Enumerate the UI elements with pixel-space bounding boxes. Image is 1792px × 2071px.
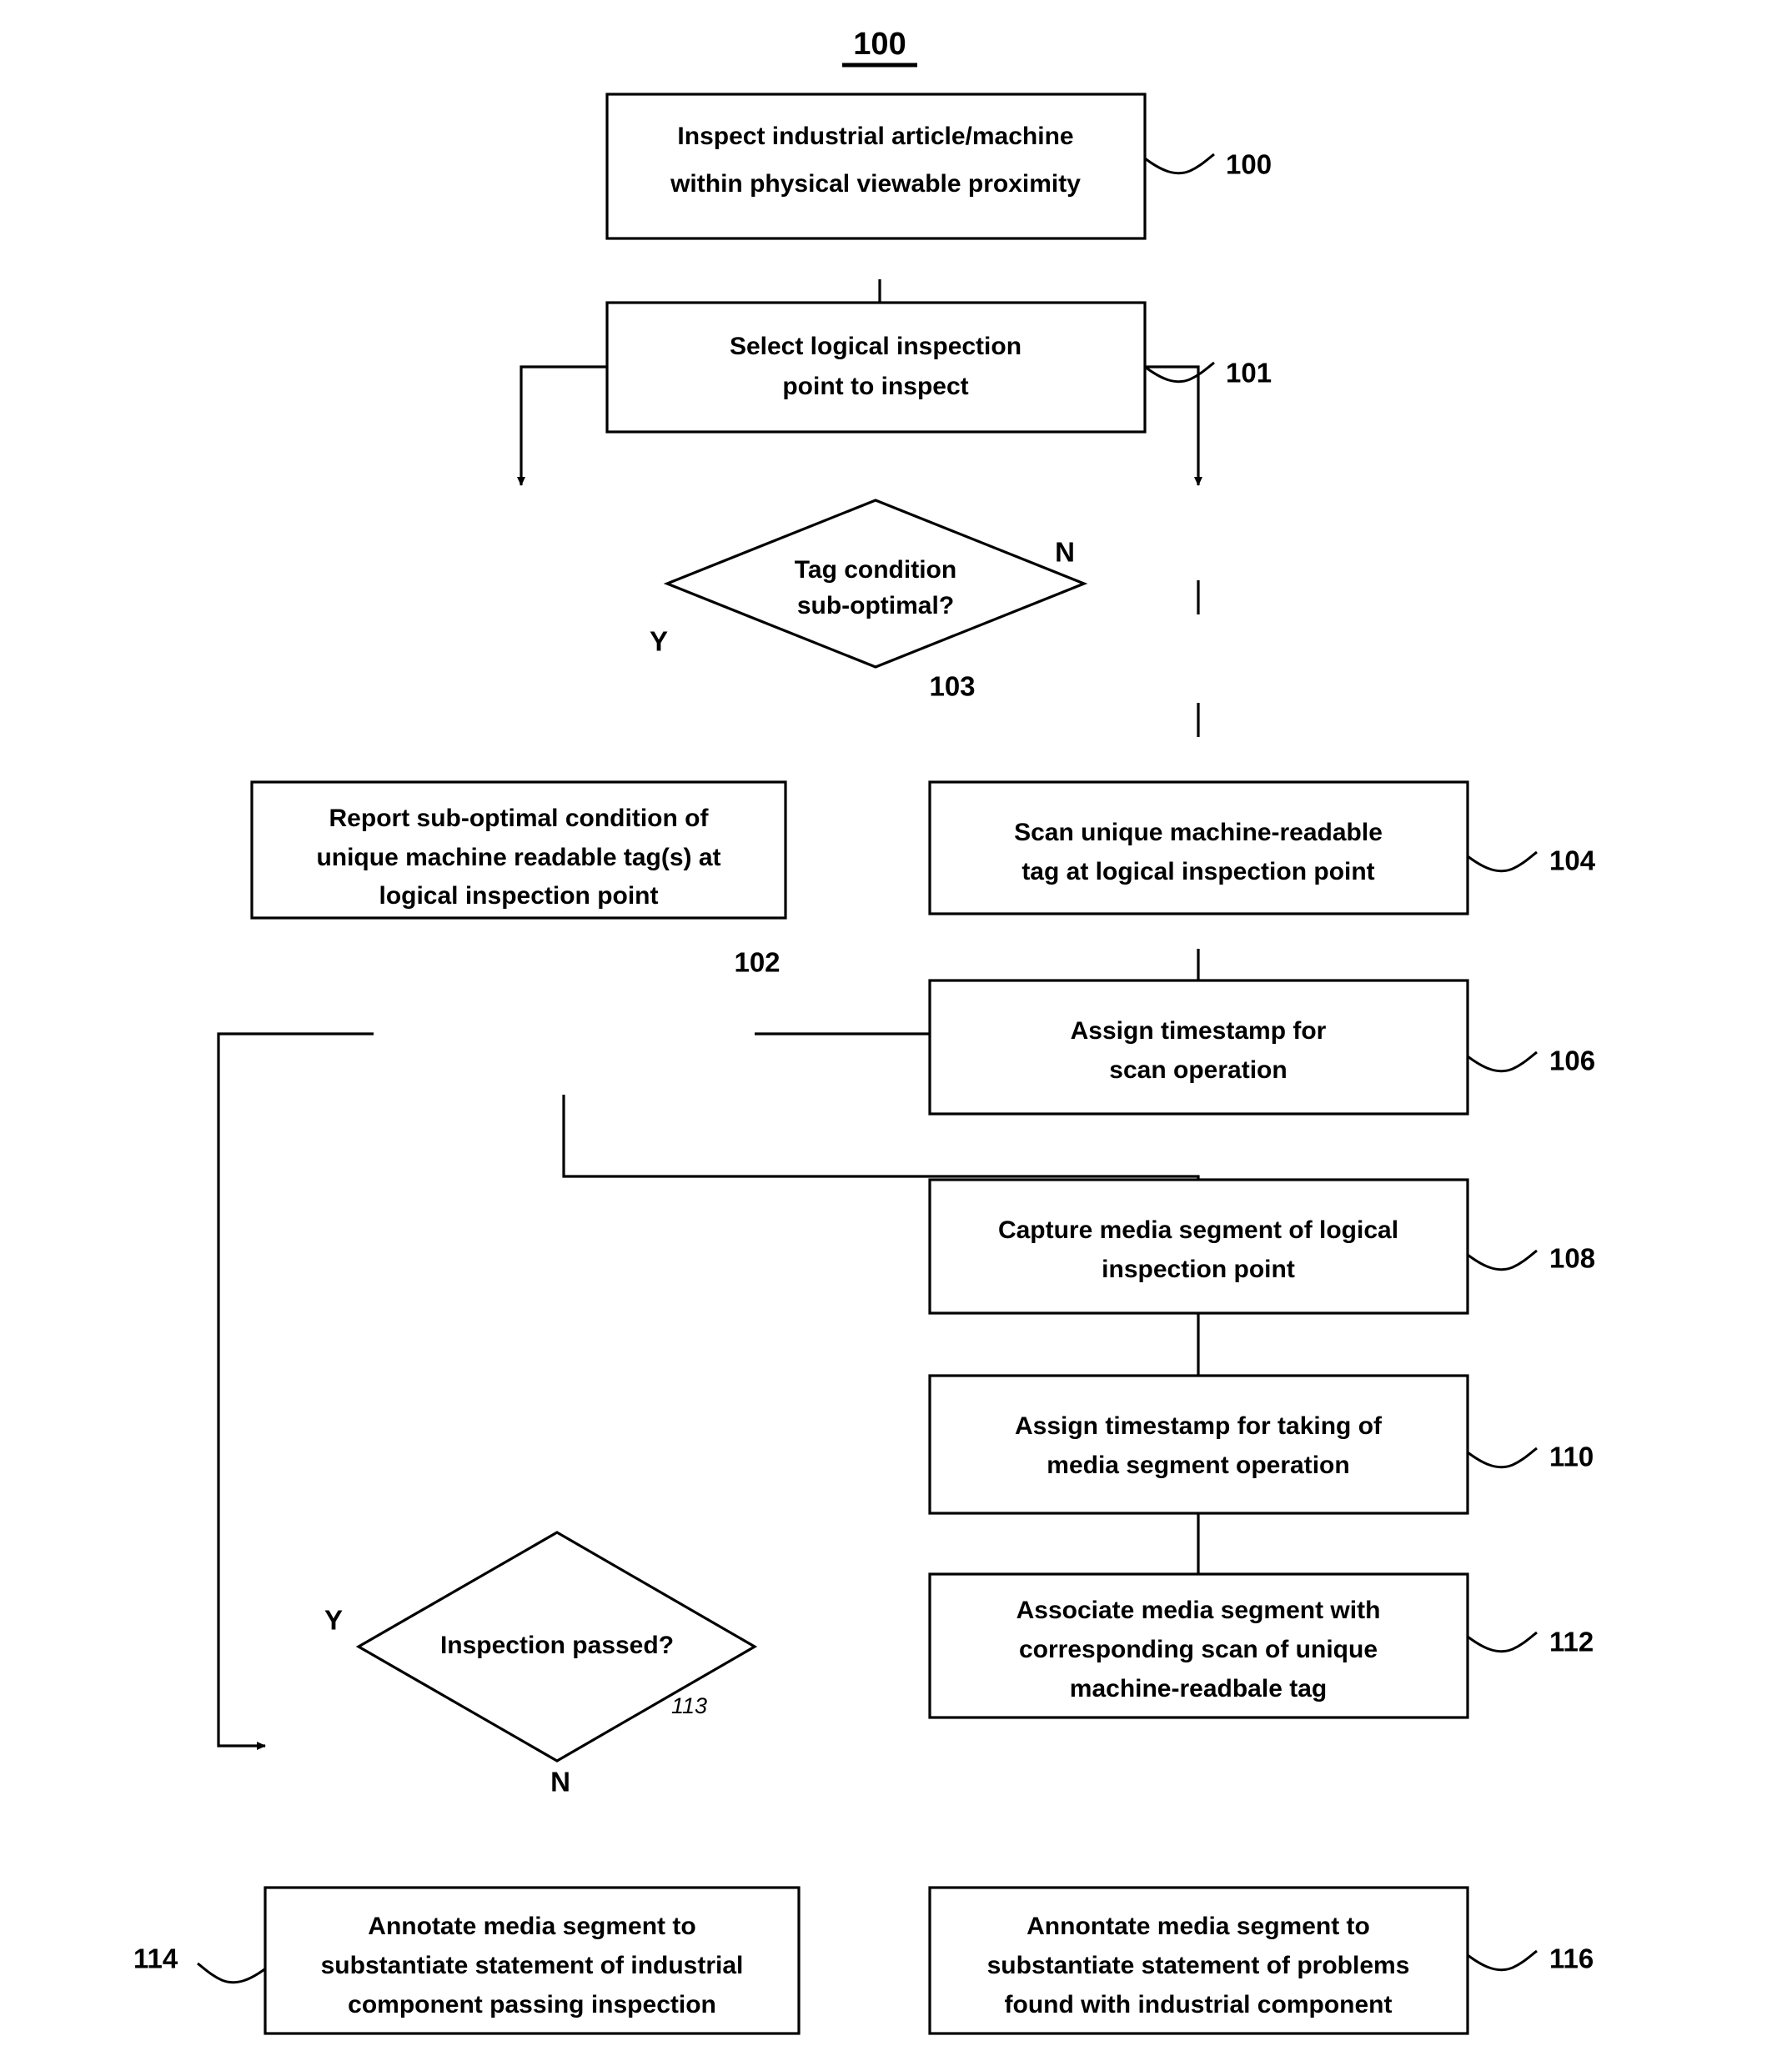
branch-label-103-no: N xyxy=(1055,537,1075,568)
node-104[interactable]: Scan unique machine-readable tag at logi… xyxy=(928,780,1596,915)
leader-110 xyxy=(1467,1447,1538,1469)
figure-canvas: 100 Inspect industrial article/machine w… xyxy=(0,0,1792,2071)
figure-title-text: 100 xyxy=(853,27,906,62)
node-116[interactable]: Annontate media segment to substantiate … xyxy=(928,1886,1594,2035)
leader-116 xyxy=(1467,1949,1538,1972)
node-114-line-3: component passing inspection xyxy=(348,1991,716,2018)
leader-108 xyxy=(1467,1249,1538,1271)
node-102[interactable]: Report sub-optimal condition of unique m… xyxy=(250,780,787,978)
node-113-ref: 113 xyxy=(671,1693,707,1718)
connector-113-yes-to-114 xyxy=(217,1032,374,1750)
node-102-line-2: unique machine readable tag(s) at xyxy=(316,844,720,871)
node-101-shape xyxy=(605,301,1147,434)
node-104-line-1: Scan unique machine-readable xyxy=(1014,819,1383,846)
node-110-ref: 110 xyxy=(1549,1442,1594,1472)
node-108-line-2: inspection point xyxy=(1102,1256,1295,1283)
node-103-ref: 103 xyxy=(929,671,975,702)
branch-label-113-yes: Y xyxy=(324,1605,343,1636)
leader-114 xyxy=(197,1962,268,1984)
node-112[interactable]: Associate media segment with correspondi… xyxy=(928,1572,1594,1719)
node-100-shape xyxy=(605,93,1147,240)
node-104-line-2: tag at logical inspection point xyxy=(1021,858,1374,885)
node-110-line-2: media segment operation xyxy=(1047,1452,1349,1479)
leader-104 xyxy=(1467,850,1538,873)
node-112-ref: 112 xyxy=(1549,1627,1594,1657)
node-114-line-2: substantiate statement of industrial xyxy=(321,1952,744,1979)
node-106-shape xyxy=(928,979,1469,1116)
branch-label-113-no: N xyxy=(550,1767,570,1798)
node-114-line-1: Annotate media segment to xyxy=(368,1913,695,1940)
node-112-line-3: machine-readbale tag xyxy=(1070,1675,1327,1702)
node-102-line-3: logical inspection point xyxy=(379,882,658,910)
branch-label-103-yes: Y xyxy=(650,626,668,657)
node-106[interactable]: Assign timestamp for scan operation 106 xyxy=(928,979,1595,1116)
node-102-line-1: Report sub-optimal condition of xyxy=(329,805,710,832)
node-108-line-1: Capture media segment of logical xyxy=(998,1216,1398,1244)
node-108-ref: 108 xyxy=(1549,1243,1595,1274)
node-100-line-1: Inspect industrial article/machine xyxy=(677,123,1073,150)
node-116-line-3: found with industrial component xyxy=(1005,1991,1393,2018)
node-106-ref: 106 xyxy=(1549,1046,1595,1076)
node-113[interactable]: Inspection passed? 113 Y N xyxy=(324,1531,758,1798)
node-106-line-1: Assign timestamp for xyxy=(1071,1017,1327,1045)
node-100[interactable]: Inspect industrial article/machine withi… xyxy=(605,93,1272,240)
node-116-ref: 116 xyxy=(1549,1943,1594,1974)
leader-112 xyxy=(1467,1631,1538,1653)
node-100-line-2: within physical viewable proximity xyxy=(670,170,1081,198)
leader-106 xyxy=(1467,1051,1538,1073)
node-101-line-2: point to inspect xyxy=(782,373,968,400)
node-114[interactable]: Annotate media segment to substantiate s… xyxy=(133,1886,801,2035)
node-104-ref: 104 xyxy=(1549,845,1596,876)
node-102-ref: 102 xyxy=(734,947,780,978)
node-113-line-1: Inspection passed? xyxy=(440,1632,674,1659)
node-100-ref: 100 xyxy=(1226,149,1272,180)
node-112-line-1: Associate media segment with xyxy=(1016,1597,1381,1624)
node-103[interactable]: Tag condition sub-optimal? 103 Y N xyxy=(650,499,1088,702)
node-116-line-2: substantiate statement of problems xyxy=(987,1952,1410,1979)
node-108-shape xyxy=(928,1178,1469,1315)
node-103-shape xyxy=(663,499,1088,669)
node-108[interactable]: Capture media segment of logical inspect… xyxy=(928,1178,1595,1315)
node-114-ref: 114 xyxy=(133,1943,178,1974)
node-103-line-2: sub-optimal? xyxy=(797,592,954,619)
node-112-line-2: corresponding scan of unique xyxy=(1019,1636,1378,1663)
node-101-ref: 101 xyxy=(1226,358,1272,389)
node-106-line-2: scan operation xyxy=(1109,1056,1287,1084)
node-110[interactable]: Assign timestamp for taking of media seg… xyxy=(928,1374,1594,1515)
flowchart-svg: 100 Inspect industrial article/machine w… xyxy=(133,27,1596,2035)
leader-100 xyxy=(1144,153,1215,175)
node-110-shape xyxy=(928,1374,1469,1515)
node-110-line-1: Assign timestamp for taking of xyxy=(1015,1412,1383,1440)
node-104-shape xyxy=(928,780,1469,915)
node-103-line-1: Tag condition xyxy=(795,556,956,584)
node-116-line-1: Annontate media segment to xyxy=(1027,1913,1370,1940)
node-101-line-1: Select logical inspection xyxy=(730,333,1021,360)
figure-title: 100 xyxy=(842,27,917,68)
